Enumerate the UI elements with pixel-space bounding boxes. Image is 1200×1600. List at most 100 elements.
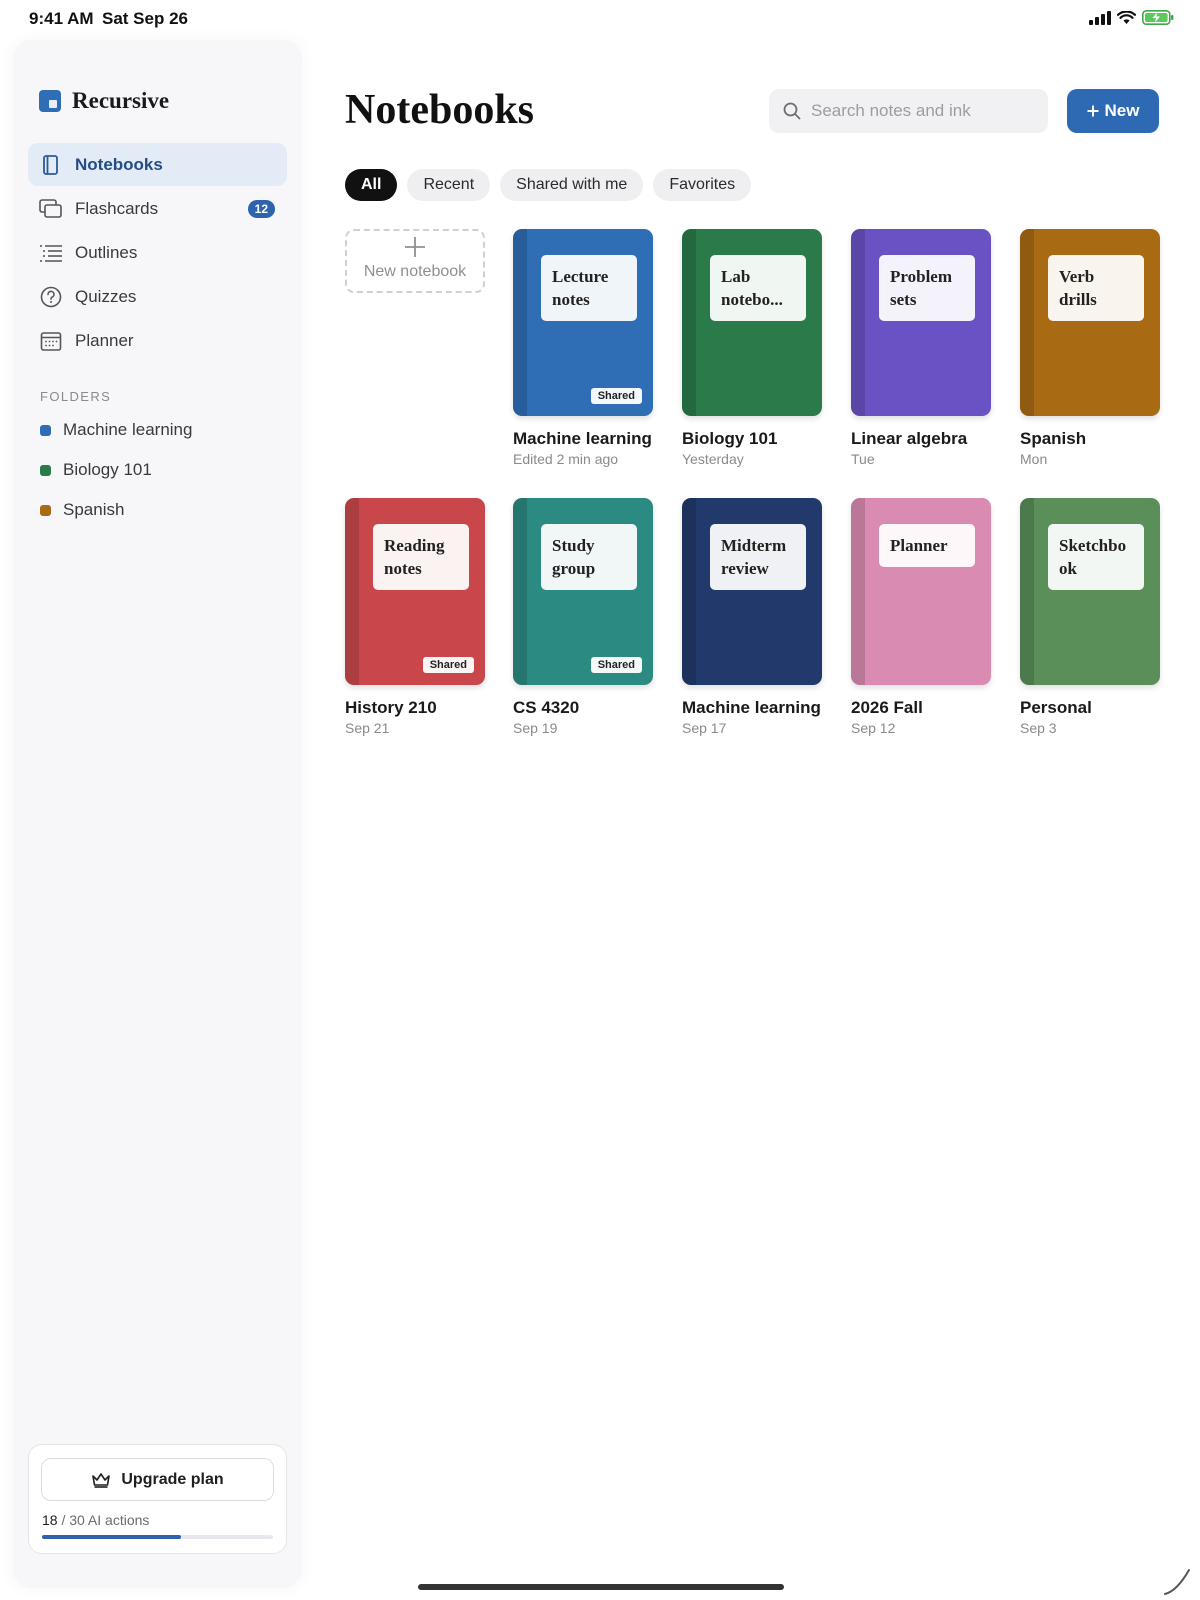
notebook-spine — [682, 229, 696, 416]
notebook-spine — [1020, 229, 1034, 416]
status-time: 9:41 AM — [29, 9, 94, 28]
sidebar-nav: Notebooks Flashcards 12 Outlines Quizzes — [28, 143, 287, 363]
shared-tag: Shared — [590, 657, 642, 673]
notebook-spine — [345, 498, 359, 685]
notebook-card[interactable]: Verb drills Spanish Mon — [1020, 229, 1160, 467]
filter-chip-all[interactable]: All — [345, 169, 398, 201]
notebook-name: CS 4320 — [513, 698, 580, 717]
notebook-card[interactable]: Lecture notes Shared Machine learning Ed… — [513, 229, 653, 467]
notebook-card[interactable]: Sketchbo ok Personal Sep 3 — [1020, 498, 1160, 736]
folder-label: Spanish — [63, 500, 125, 519]
notebook-card[interactable]: Reading notes Shared History 210 Sep 21 — [345, 498, 485, 736]
folder-item-spanish[interactable]: Spanish — [40, 490, 290, 530]
notebook-cover-label: Sketchbo ok — [1048, 524, 1144, 590]
filter-chips: All Recent Shared with me Favorites — [345, 169, 752, 201]
shared-tag: Shared — [422, 657, 474, 673]
status-icons — [1089, 10, 1174, 25]
notebook-cover-label: Verb drills — [1048, 255, 1144, 321]
notebook-spine — [513, 498, 527, 685]
notebook-name: Biology 101 — [682, 429, 778, 448]
notebook-name: Machine learning — [682, 698, 821, 717]
filter-chip-shared-with-me[interactable]: Shared with me — [500, 169, 644, 201]
notebook-date: Sep 19 — [513, 720, 558, 736]
notebook-name: Personal — [1020, 698, 1092, 717]
outline-icon — [38, 240, 64, 266]
notebook-name: Spanish — [1020, 429, 1087, 448]
notebook-name: 2026 Fall — [851, 698, 923, 717]
notebook-card[interactable]: Planner 2026 Fall Sep 12 — [851, 498, 991, 736]
sidebar-item-flashcards[interactable]: Flashcards 12 — [28, 187, 287, 230]
notebook-date: Sep 12 — [851, 720, 896, 736]
folder-label: Biology 101 — [63, 460, 152, 479]
sidebar-item-label: Planner — [75, 330, 134, 350]
upgrade-plan-button[interactable]: Upgrade plan — [41, 1458, 274, 1501]
notebook-date: Yesterday — [682, 451, 744, 467]
status-date: Sat Sep 26 — [102, 9, 188, 28]
notebook-cover-label: Midterm review — [710, 524, 806, 590]
notebook-cover[interactable]: Problem sets — [851, 229, 991, 416]
notebook-cover[interactable]: Reading notes Shared — [345, 498, 485, 685]
notebook-cover[interactable]: Sketchbo ok — [1020, 498, 1160, 685]
notebook-cover[interactable]: Midterm review — [682, 498, 822, 685]
notebook-date: Sep 17 — [682, 720, 727, 736]
notebook-date: Mon — [1020, 451, 1048, 467]
notebook-icon — [38, 152, 64, 178]
search-box[interactable] — [769, 89, 1048, 133]
pencil-stroke-icon — [1164, 1569, 1190, 1595]
notebook-spine — [1020, 498, 1034, 685]
notebook-cover-label: Lab notebo... — [710, 255, 806, 321]
plus-icon — [405, 237, 425, 257]
filter-chip-favorites[interactable]: Favorites — [653, 169, 752, 201]
notebook-spine — [851, 229, 865, 416]
page-title: Notebooks — [345, 87, 535, 133]
cellular-signal-icon — [1089, 10, 1111, 25]
search-input[interactable] — [811, 101, 1031, 121]
home-indicator — [418, 1584, 784, 1590]
sidebar: Recursive Notebooks Flashcards 12 Outlin… — [13, 40, 302, 1588]
question-icon — [38, 284, 64, 310]
sidebar-item-label: Flashcards — [75, 198, 159, 218]
new-button[interactable]: New — [1067, 89, 1159, 133]
app-name: Recursive — [72, 88, 170, 113]
notebook-card[interactable]: Study group Shared CS 4320 Sep 19 — [513, 498, 653, 736]
notebook-card[interactable]: Problem sets Linear algebra Tue — [851, 229, 991, 467]
notebook-cover-label: Study group — [541, 524, 637, 590]
notebook-cover[interactable]: Lecture notes Shared — [513, 229, 653, 416]
ai-usage-text: 18 / 30 AI actions — [42, 1512, 149, 1528]
sidebar-item-label: Notebooks — [75, 154, 163, 174]
ai-usage-progress-fill — [42, 1535, 181, 1539]
notebook-spine — [682, 498, 696, 685]
battery-charging-icon — [1142, 10, 1174, 25]
folder-item-biology-101[interactable]: Biology 101 — [40, 450, 290, 490]
notebook-date: Edited 2 min ago — [513, 451, 619, 467]
ai-usage-progress — [42, 1535, 273, 1539]
notebook-cover[interactable]: Lab notebo... — [682, 229, 822, 416]
notebook-name: Linear algebra — [851, 429, 968, 448]
folder-label: Machine learning — [63, 420, 193, 439]
notebook-cover[interactable]: Study group Shared — [513, 498, 653, 685]
sidebar-item-planner[interactable]: Planner — [28, 319, 287, 362]
notebook-cover[interactable]: Planner — [851, 498, 991, 685]
sidebar-item-notebooks[interactable]: Notebooks — [28, 143, 287, 186]
notebook-card[interactable]: Lab notebo... Biology 101 Yesterday — [682, 229, 822, 467]
notebook-card[interactable]: Midterm review Machine learning Sep 17 — [682, 498, 822, 736]
notebook-cover[interactable]: Verb drills — [1020, 229, 1160, 416]
sidebar-item-quizzes[interactable]: Quizzes — [28, 275, 287, 318]
folder-list: Machine learning Biology 101 Spanish — [40, 410, 290, 530]
filter-chip-recent[interactable]: Recent — [407, 169, 491, 201]
new-notebook-button[interactable]: New notebook — [345, 229, 485, 293]
notebook-cover-label: Lecture notes — [541, 255, 637, 321]
sidebar-item-outlines[interactable]: Outlines — [28, 231, 287, 274]
ai-usage-count: 18 — [42, 1512, 58, 1528]
notebook-cover-label: Problem sets — [879, 255, 975, 321]
folder-color-dot — [40, 424, 51, 436]
notebook-date: Sep 3 — [1020, 720, 1057, 736]
folder-color-dot — [40, 504, 51, 516]
folder-item-machine-learning[interactable]: Machine learning — [40, 410, 290, 450]
notebook-name: History 210 — [345, 698, 437, 717]
brand[interactable]: Recursive — [39, 88, 169, 114]
search-icon — [783, 102, 801, 120]
ai-usage-rest: / 30 AI actions — [57, 1512, 150, 1528]
shared-tag: Shared — [590, 388, 642, 404]
notebook-name: Machine learning — [513, 429, 652, 448]
